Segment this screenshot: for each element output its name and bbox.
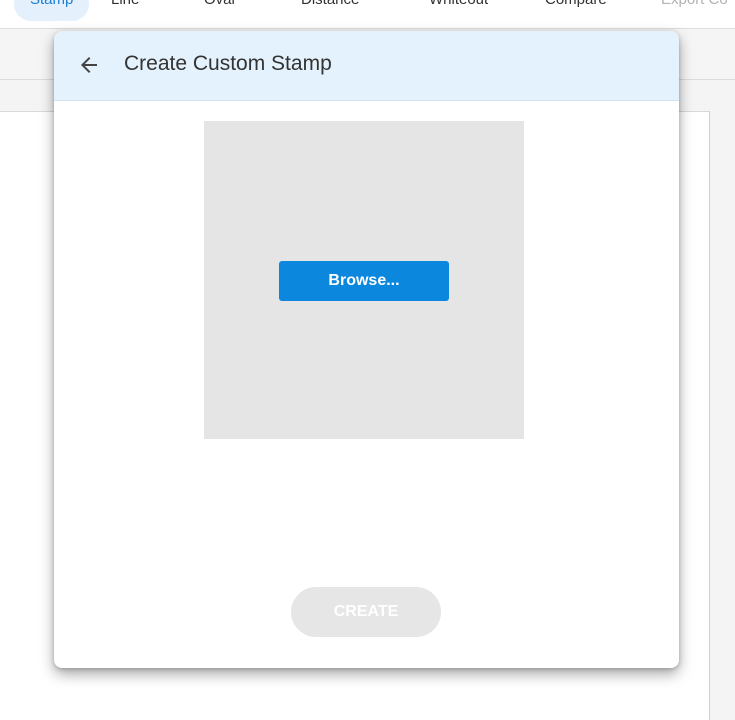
dialog-title: Create Custom Stamp: [124, 52, 332, 75]
tab-stamp[interactable]: Stamp: [14, 0, 90, 21]
tab-distance[interactable]: Distance: [301, 0, 359, 21]
back-button[interactable]: [72, 48, 106, 82]
tab-export-comments[interactable]: Export Co: [661, 0, 728, 21]
create-custom-stamp-dialog: Create Custom Stamp Browse... CREATE: [54, 31, 679, 668]
create-button[interactable]: CREATE: [291, 587, 441, 637]
tab-compare[interactable]: Compare: [545, 0, 607, 21]
dialog-header: Create Custom Stamp: [54, 31, 679, 101]
annotation-toolbar: Stamp Line Oval Distance Whiteout Compar…: [0, 0, 735, 29]
tab-whiteout[interactable]: Whiteout: [429, 0, 488, 21]
app-window: Stamp Line Oval Distance Whiteout Compar…: [0, 0, 735, 720]
browse-button[interactable]: Browse...: [279, 261, 449, 301]
arrow-left-icon: [81, 57, 97, 73]
image-drop-zone[interactable]: Browse...: [204, 121, 524, 439]
tab-oval[interactable]: Oval: [204, 0, 235, 21]
tab-line[interactable]: Line: [111, 0, 139, 21]
